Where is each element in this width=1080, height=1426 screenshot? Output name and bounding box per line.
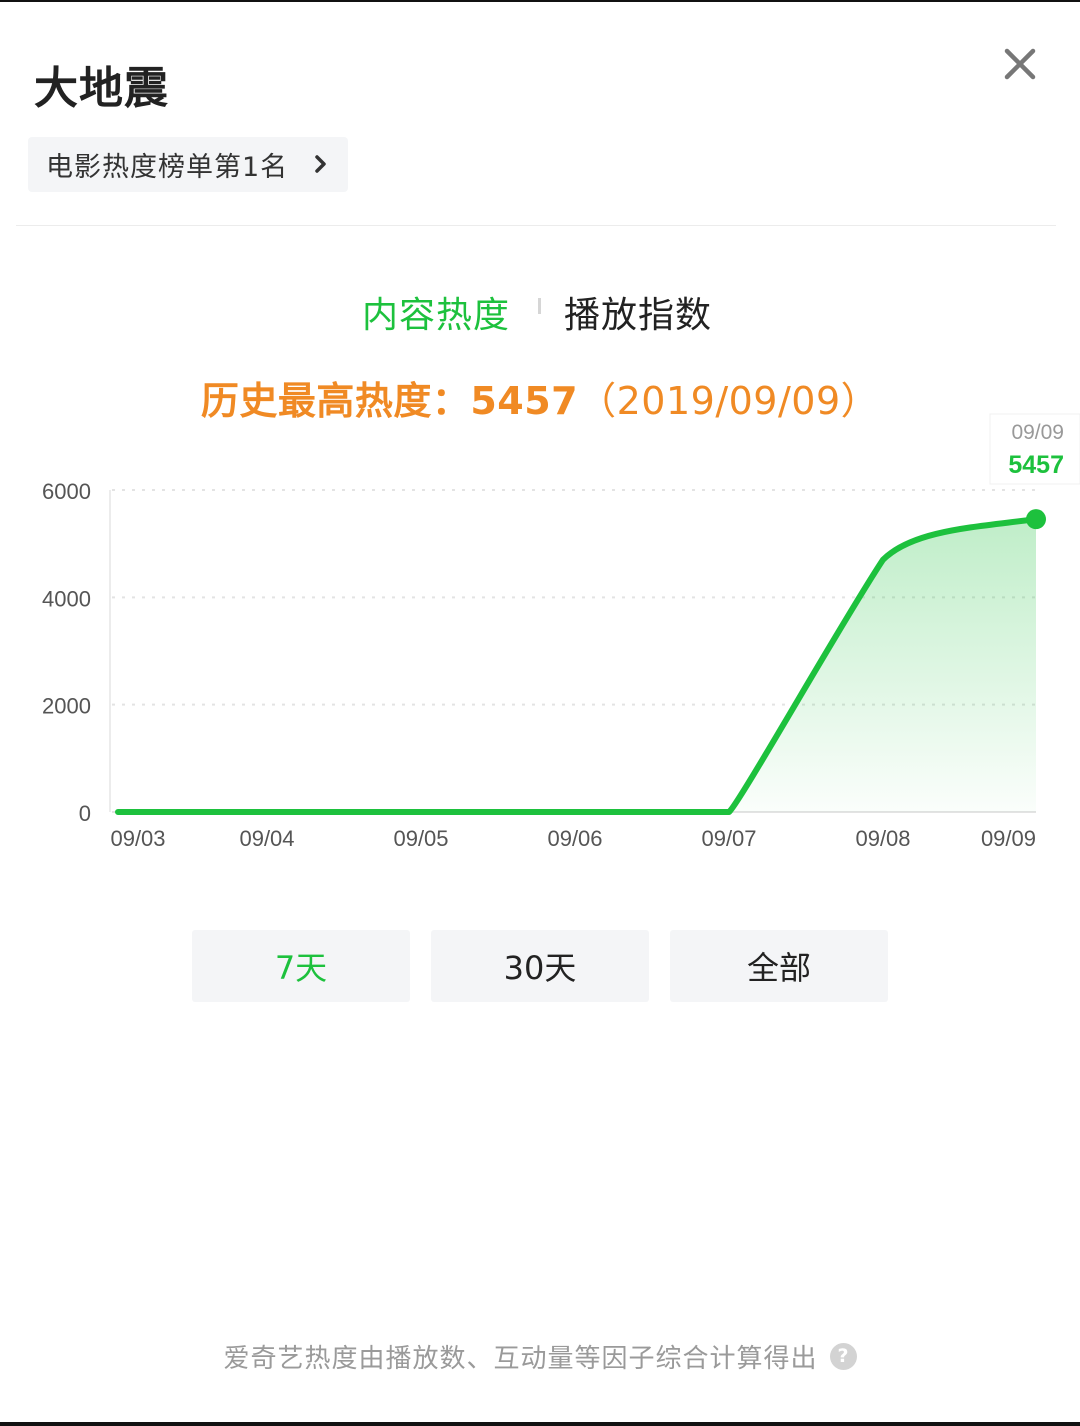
header-divider: [16, 225, 1056, 226]
tab-play-index[interactable]: 播放指数: [564, 286, 712, 338]
x-tick-label: 09/06: [547, 826, 602, 851]
footer-note: 爱奇艺热度由播放数、互动量等因子综合计算得出 ?: [0, 1338, 1080, 1374]
rank-label: 电影热度榜单第1名: [46, 152, 289, 183]
y-tick-label: 4000: [42, 586, 91, 611]
range-7-days-button[interactable]: 7天: [192, 930, 410, 1002]
tooltip-date: 09/09: [1011, 421, 1064, 444]
x-tick-label: 09/08: [855, 826, 910, 851]
close-button[interactable]: [996, 40, 1044, 88]
tab-content-heat[interactable]: 内容热度: [362, 286, 510, 338]
range-all-button[interactable]: 全部: [670, 930, 888, 1002]
question-icon[interactable]: ?: [829, 1342, 857, 1370]
x-tick-label: 09/03: [110, 826, 165, 851]
x-tick-label: 09/05: [393, 826, 448, 851]
page-title: 大地震: [34, 63, 169, 114]
last-point-marker: [1026, 509, 1046, 530]
tooltip-value: 5457: [1008, 451, 1064, 479]
x-tick-label: 09/07: [701, 826, 756, 851]
bottom-edge: [0, 1422, 1080, 1426]
top-edge: [0, 0, 1080, 2]
rank-link[interactable]: 电影热度榜单第1名: [28, 137, 348, 192]
range-selector: 7天 30天 全部: [0, 930, 1080, 1002]
footer-text: 爱奇艺热度由播放数、互动量等因子综合计算得出: [223, 1343, 818, 1374]
x-tick-label: 09/09: [981, 826, 1036, 851]
x-tick-label: 09/04: [239, 826, 294, 851]
y-tick-label: 0: [79, 801, 91, 826]
range-30-days-button[interactable]: 30天: [431, 930, 649, 1002]
tab-separator: [538, 298, 541, 314]
close-icon: [1004, 48, 1036, 80]
heat-line-chart: 0 2000 4000 6000 09/03 09/04 09/05 09/06 09/07 09…: [42, 413, 1080, 851]
chevron-right-icon: [315, 155, 326, 173]
y-tick-label: 2000: [42, 694, 91, 719]
y-tick-label: 6000: [42, 479, 91, 504]
